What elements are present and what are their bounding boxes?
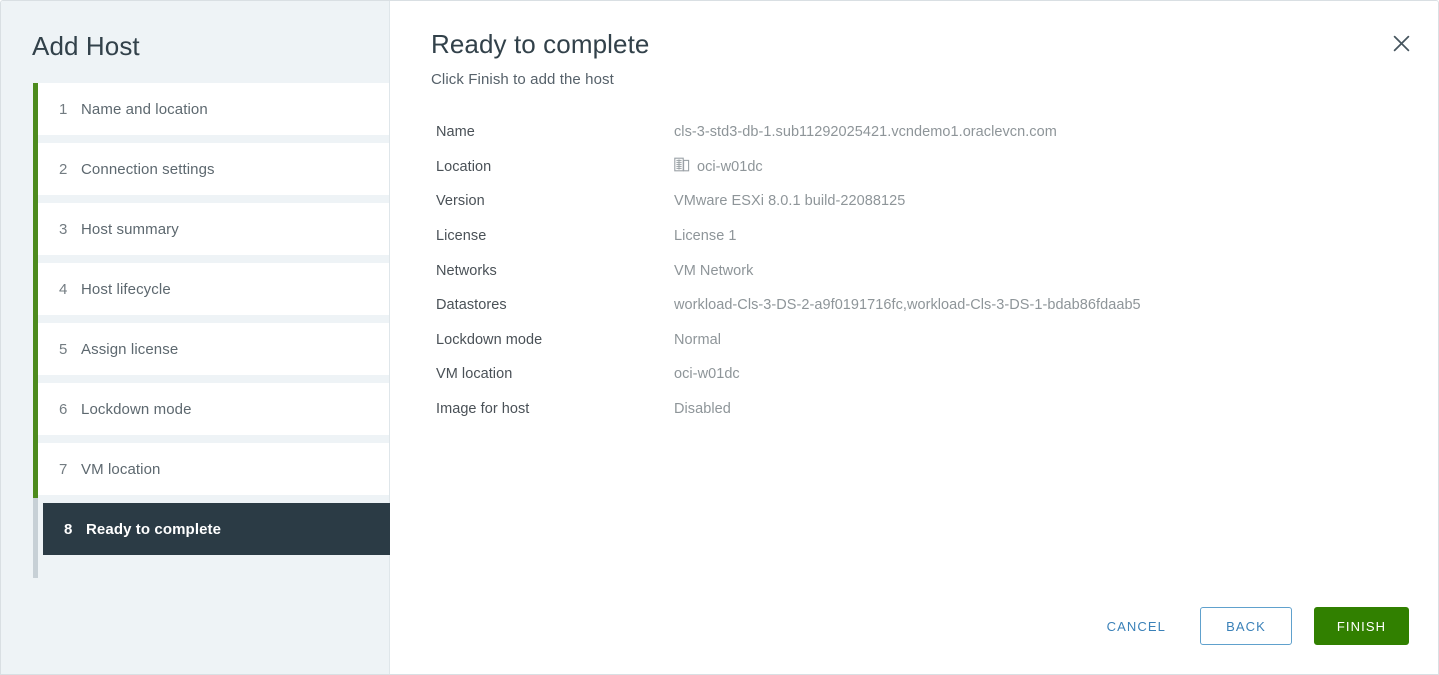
page-subtitle: Click Finish to add the host [431, 71, 614, 88]
cancel-button[interactable]: CANCEL [1089, 608, 1184, 644]
sidebar-step-lockdown-mode[interactable]: 6 Lockdown mode [38, 383, 389, 435]
row-value: cls-3-std3-db-1.sub11292025421.vcndemo1.… [674, 124, 1057, 141]
progress-rail-completed [33, 83, 38, 498]
sidebar-step-vm-location[interactable]: 7 VM location [38, 443, 389, 495]
step-label: Connection settings [81, 160, 215, 178]
sidebar-step-ready-to-complete[interactable]: 8 Ready to complete [43, 503, 390, 555]
row-label: Version [436, 193, 485, 210]
step-label: Name and location [81, 100, 208, 118]
row-value: Normal [674, 331, 722, 348]
step-number: 7 [59, 460, 68, 478]
sidebar-step-host-lifecycle[interactable]: 4 Host lifecycle [38, 263, 389, 315]
row-label: Lockdown mode [436, 331, 543, 348]
table-row: Image for host Disabled [436, 392, 1141, 427]
step-label: Host summary [81, 220, 179, 238]
step-number: 8 [64, 520, 73, 538]
finish-button[interactable]: FINISH [1314, 607, 1409, 645]
close-icon[interactable] [1386, 28, 1416, 58]
step-label: Lockdown mode [81, 400, 192, 418]
sidebar-step-host-summary[interactable]: 3 Host summary [38, 203, 389, 255]
summary-table: Name cls-3-std3-db-1.sub11292025421.vcnd… [436, 115, 1141, 426]
row-label: Networks [436, 262, 497, 279]
step-number: 1 [59, 100, 68, 118]
table-row: Lockdown mode Normal [436, 323, 1141, 358]
row-value: VM Network [674, 262, 754, 279]
table-row: Location oci-w01dc [436, 150, 1141, 185]
step-label: Assign license [81, 340, 179, 358]
sidebar-step-connection-settings[interactable]: 2 Connection settings [38, 143, 389, 195]
wizard-title: Add Host [32, 31, 140, 61]
row-label: Location [436, 158, 492, 175]
row-value: License 1 [674, 228, 737, 245]
table-row: VM location oci-w01dc [436, 357, 1141, 392]
page-title: Ready to complete [431, 29, 650, 59]
table-row: Version VMware ESXi 8.0.1 build-22088125 [436, 184, 1141, 219]
row-value: oci-w01dc [697, 158, 763, 175]
step-label: Host lifecycle [81, 280, 171, 298]
row-label: Image for host [436, 401, 530, 418]
step-number: 5 [59, 340, 68, 358]
row-label: VM location [436, 366, 513, 383]
step-number: 2 [59, 160, 68, 178]
step-number: 3 [59, 220, 68, 238]
progress-rail-current [33, 498, 38, 578]
step-number: 6 [59, 400, 68, 418]
row-value: oci-w01dc [674, 366, 740, 383]
datacenter-icon [674, 156, 690, 177]
row-label: License [436, 228, 487, 245]
back-button[interactable]: BACK [1200, 607, 1292, 645]
wizard-main-panel: Ready to complete Click Finish to add th… [390, 1, 1438, 674]
row-value-container: oci-w01dc [674, 150, 1141, 185]
table-row: Networks VM Network [436, 253, 1141, 288]
step-label: Ready to complete [86, 520, 222, 538]
add-host-dialog: Add Host 1 Name and location 2 Connectio… [0, 0, 1439, 675]
row-value: VMware ESXi 8.0.1 build-22088125 [674, 193, 906, 210]
sidebar-step-assign-license[interactable]: 5 Assign license [38, 323, 389, 375]
wizard-sidebar: Add Host 1 Name and location 2 Connectio… [1, 1, 390, 674]
step-number: 4 [59, 280, 68, 298]
row-value: Disabled [674, 401, 731, 418]
table-row: License License 1 [436, 219, 1141, 254]
row-label: Name [436, 124, 475, 141]
wizard-steps-list: 1 Name and location 2 Connection setting… [1, 83, 390, 578]
sidebar-step-name-and-location[interactable]: 1 Name and location [38, 83, 389, 135]
step-label: VM location [81, 460, 161, 478]
table-row: Datastores workload-Cls-3-DS-2-a9f019171… [436, 288, 1141, 323]
table-row: Name cls-3-std3-db-1.sub11292025421.vcnd… [436, 115, 1141, 150]
dialog-footer: CANCEL BACK FINISH [1089, 607, 1409, 645]
row-value: workload-Cls-3-DS-2-a9f0191716fc,workloa… [674, 297, 1141, 314]
row-label: Datastores [436, 297, 507, 314]
